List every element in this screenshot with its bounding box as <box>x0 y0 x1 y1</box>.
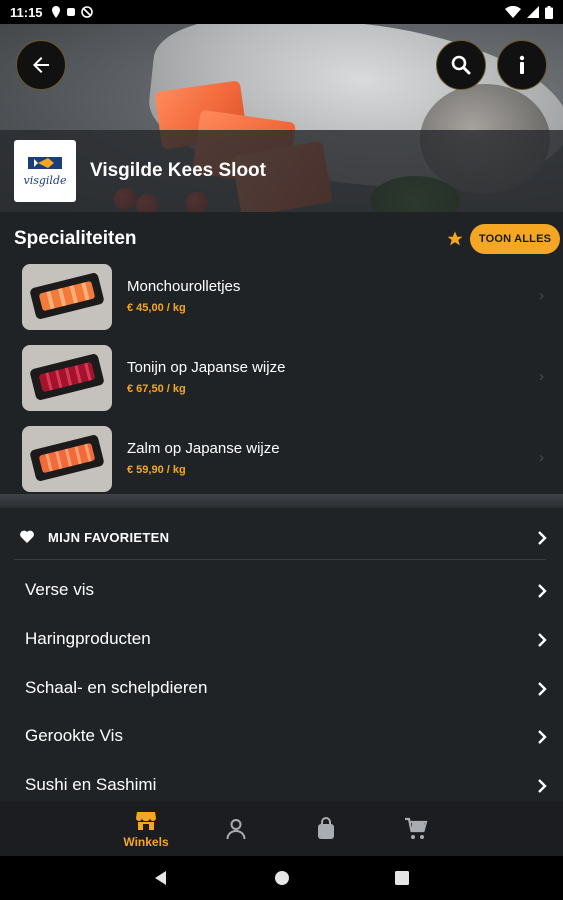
status-system-icons <box>505 5 553 19</box>
specials-heading: Specialiteiten <box>14 228 137 249</box>
product-image <box>22 426 112 492</box>
nav-shops-label: Winkels <box>123 835 169 849</box>
info-button[interactable] <box>497 40 547 90</box>
product-item[interactable]: Tonijn op Japanse wijze € 67,50 / kg › <box>0 339 563 419</box>
product-image <box>22 345 112 411</box>
back-triangle-icon[interactable] <box>151 868 171 888</box>
bottom-navigation: Winkels <box>0 802 563 856</box>
product-item[interactable]: Monchourolletjes € 45,00 / kg › <box>0 258 563 338</box>
category-label: Verse vis <box>25 580 94 599</box>
category-label: Sushi en Sashimi <box>25 775 157 794</box>
nav-shops[interactable]: Winkels <box>116 802 176 856</box>
product-price: € 45,00 / kg <box>127 302 186 314</box>
chevron-right-icon: › <box>539 287 544 304</box>
sim-icon <box>66 8 75 16</box>
store-header-bar: visgilde Visgilde Kees Sloot <box>0 130 563 212</box>
star-icon <box>447 231 463 246</box>
cart-icon <box>405 817 428 839</box>
account-icon <box>226 819 246 840</box>
show-all-button[interactable]: TOON ALLES <box>470 224 560 254</box>
category-label: Gerookte Vis <box>25 726 123 745</box>
product-price: € 67,50 / kg <box>127 383 186 395</box>
category-item[interactable]: Verse vis <box>0 566 563 614</box>
store-name: Visgilde Kees Sloot <box>90 160 266 181</box>
status-time: 11:15 <box>10 4 43 20</box>
system-navigation-bar <box>0 856 563 900</box>
favorites-item[interactable]: MIJN FAVORIETEN <box>0 518 563 558</box>
store-logo-text: visgilde <box>23 174 67 187</box>
menu-separator <box>14 559 546 560</box>
chevron-right-icon <box>538 779 547 793</box>
heart-icon <box>20 530 34 543</box>
signal-icon <box>527 6 539 18</box>
product-item[interactable]: Zalm op Japanse wijze € 59,90 / kg › <box>0 420 563 500</box>
no-disturb-icon <box>80 6 93 18</box>
info-icon <box>519 55 525 74</box>
chevron-right-icon <box>538 633 547 647</box>
battery-icon <box>545 5 553 19</box>
product-image <box>22 264 112 330</box>
home-circle-icon[interactable] <box>272 868 292 888</box>
nav-bag[interactable] <box>296 802 356 856</box>
store-hero-image: visgilde Visgilde Kees Sloot <box>0 24 563 212</box>
chevron-right-icon: › <box>539 449 544 466</box>
nav-cart[interactable] <box>386 802 446 856</box>
arrow-left-icon <box>33 57 49 73</box>
search-icon <box>451 55 471 75</box>
section-divider <box>0 494 563 508</box>
store-logo: visgilde <box>14 140 76 202</box>
product-price: € 59,90 / kg <box>127 464 186 476</box>
chevron-right-icon: › <box>539 368 544 385</box>
chevron-right-icon <box>538 682 547 696</box>
location-icon <box>51 6 60 18</box>
status-notification-icons <box>51 6 93 18</box>
wifi-icon <box>505 6 521 18</box>
shop-icon <box>136 812 156 830</box>
nav-account[interactable] <box>206 802 266 856</box>
category-label: Schaal- en schelpdieren <box>25 678 208 697</box>
specials-section: Specialiteiten TOON ALLES Monchourolletj… <box>0 212 563 494</box>
back-button[interactable] <box>16 40 66 90</box>
fish-logo-icon <box>28 157 62 169</box>
category-item[interactable]: Haringproducten <box>0 615 563 663</box>
chevron-right-icon <box>538 730 547 744</box>
recents-square-icon[interactable] <box>392 868 412 888</box>
search-button[interactable] <box>436 40 486 90</box>
chevron-right-icon <box>538 584 547 598</box>
product-name: Tonijn op Japanse wijze <box>127 359 286 376</box>
chevron-right-icon <box>538 531 547 545</box>
category-item[interactable]: Schaal- en schelpdieren <box>0 664 563 712</box>
category-item[interactable]: Gerookte Vis <box>0 712 563 760</box>
bag-icon <box>318 817 334 839</box>
product-name: Zalm op Japanse wijze <box>127 440 280 457</box>
favorites-label: MIJN FAVORIETEN <box>48 530 170 545</box>
status-bar: 11:15 <box>0 0 563 24</box>
product-name: Monchourolletjes <box>127 278 241 295</box>
category-label: Haringproducten <box>25 629 151 648</box>
category-menu: MIJN FAVORIETEN Verse vis Haringproducte… <box>0 508 563 802</box>
